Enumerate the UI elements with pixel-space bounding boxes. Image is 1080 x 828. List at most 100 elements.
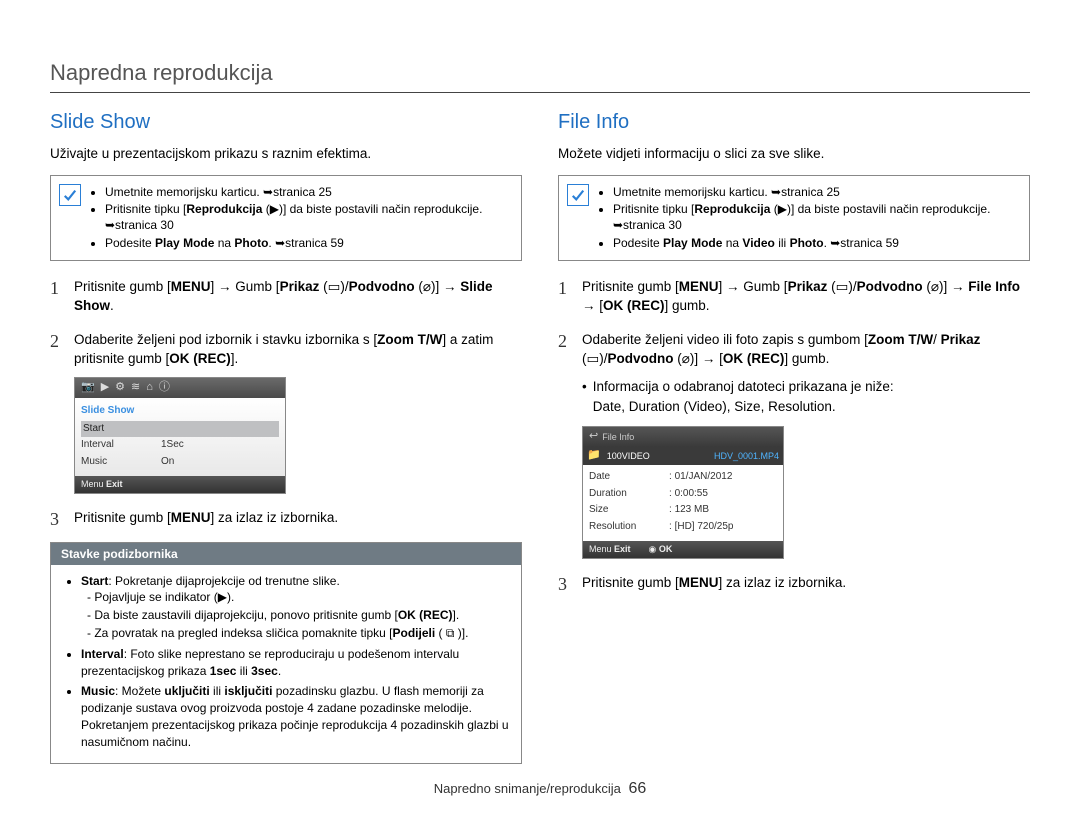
horizontal-rule <box>50 92 1030 93</box>
item-key: Start <box>81 574 108 588</box>
row-key: Size <box>589 503 659 518</box>
submenu-heading: Stavke podizbornika <box>51 543 521 565</box>
screenshot-row: Size : 123 MB <box>589 502 777 519</box>
submenu-item-start: Start: Pokretanje dijaprojekcije od tren… <box>81 573 509 642</box>
page-footer: Napredno snimanje/reprodukcija 66 <box>50 780 1030 798</box>
screenshot-title: Slide Show <box>81 402 279 421</box>
text: ] → Gumb [ <box>211 279 280 294</box>
two-column-layout: Slide Show Uživajte u prezentacijskom pr… <box>50 111 1030 764</box>
row-val: 1Sec <box>161 438 184 453</box>
exit-label: Menu Exit <box>81 478 123 491</box>
note-item: Pritisnite tipku [Reprodukcija (▶)] da b… <box>105 201 511 233</box>
footer-section: Napredno snimanje/reprodukcija <box>434 781 621 796</box>
screenshot-body: Slide Show Start Interval 1Sec Music On <box>75 398 285 476</box>
step-1: Pritisnite gumb [MENU] → Gumb [Prikaz (▭… <box>50 277 522 316</box>
screenshot-footer: Menu Exit ◉ OK <box>583 541 783 558</box>
page-number: 66 <box>629 780 647 797</box>
screenshot-footer: Menu Exit <box>75 476 285 493</box>
menu-label: MENU <box>679 279 719 294</box>
screenshot-row: Duration : 0:00:55 <box>589 486 777 503</box>
row-key: Interval <box>81 438 151 453</box>
row-key: Resolution <box>589 520 659 535</box>
folder-icon: 📁 <box>587 448 601 464</box>
menu-label: MENU <box>171 510 211 525</box>
text: Pritisnite gumb [ <box>74 279 171 294</box>
target-label: File Info <box>968 279 1020 294</box>
submenu-item-interval: Interval: Foto slike neprestano se repro… <box>81 646 509 680</box>
prikaz-label: Prikaz <box>280 279 320 294</box>
page-title: Napredna reprodukcija <box>50 60 1030 86</box>
text: (▭)/ <box>319 279 348 294</box>
screenshot-body: Date : 01/JAN/2012 Duration : 0:00:55 Size… <box>583 465 783 541</box>
row-key: Duration <box>589 487 659 502</box>
menu-label: MENU <box>679 575 719 590</box>
screenshot-header: ↩ File Info <box>583 427 783 447</box>
row-val: : 0:00:55 <box>669 487 708 502</box>
screenshot-row-highlight: Start <box>81 421 279 438</box>
note-list-left: Umetnite memorijsku karticu. ➥stranica 2… <box>89 184 511 252</box>
left-column: Slide Show Uživajte u prezentacijskom pr… <box>50 111 522 764</box>
row-val: : 01/JAN/2012 <box>669 470 732 485</box>
text: Pritisnite gumb [ <box>74 510 171 525</box>
row-key: Music <box>81 455 151 470</box>
submenu-item-music: Music: Možete uključiti ili isključiti p… <box>81 683 509 750</box>
text: ] za izlaz iz izbornika. <box>211 510 339 525</box>
step-2: Odaberite željeni pod izbornik i stavku … <box>50 330 522 494</box>
text: (▭)/ <box>582 351 608 366</box>
sub-line: Pojavljuje se indikator (▶). <box>87 589 509 606</box>
row-val: : 123 MB <box>669 503 709 518</box>
tool-icon: ⚙ <box>115 380 125 396</box>
ok-label: ◉ OK <box>649 543 673 556</box>
folder-row: 📁 100VIDEO HDV_0001.MP4 <box>583 447 783 465</box>
slide-show-heading: Slide Show <box>50 111 522 134</box>
row-val: On <box>161 455 174 470</box>
text: Date, Duration (Video), Size, Resolution… <box>593 399 836 414</box>
text: ] gumb. <box>784 351 829 366</box>
note-box-right: Umetnite memorijsku karticu. ➥stranica 2… <box>558 175 1030 261</box>
row-val: : [HD] 720/25p <box>669 520 734 535</box>
info-icon: ⓘ <box>159 380 170 396</box>
sub-line: Da biste zaustavili dijaprojekciju, pono… <box>87 607 509 624</box>
file-info-heading: File Info <box>558 111 1030 134</box>
text: . <box>110 298 114 313</box>
right-column: File Info Možete vidjeti informaciju o s… <box>558 111 1030 764</box>
note-item: Umetnite memorijsku karticu. ➥stranica 2… <box>613 184 1019 200</box>
text: ] gumb. <box>665 298 710 313</box>
return-icon: ↩ <box>589 429 598 445</box>
note-item: Pritisnite tipku [Reprodukcija (▶)] da b… <box>613 201 1019 233</box>
menu-label: MENU <box>171 279 211 294</box>
text: Pritisnite gumb [ <box>582 575 679 590</box>
step-2: Odaberite željeni video ili foto zapis s… <box>558 330 1030 559</box>
screenshot-row: Resolution : [HD] 720/25p <box>589 519 777 536</box>
slide-show-intro: Uživajte u prezentacijskom prikazu s raz… <box>50 146 522 161</box>
step-3: Pritisnite gumb [MENU] za izlaz iz izbor… <box>50 508 522 528</box>
steps-left: Pritisnite gumb [MENU] → Gumb [Prikaz (▭… <box>50 277 522 528</box>
note-list-right: Umetnite memorijsku karticu. ➥stranica 2… <box>597 184 1019 252</box>
step-3: Pritisnite gumb [MENU] za izlaz iz izbor… <box>558 573 1030 593</box>
slide-show-screenshot: 📷 ▶ ⚙ ≋ ⌂ ⓘ Slide Show Start Interval 1Se… <box>74 377 286 494</box>
screenshot-row: Music On <box>81 454 279 471</box>
item-key: Music <box>81 684 115 698</box>
podvodno-label: Podvodno <box>349 279 415 294</box>
file-info-intro: Možete vidjeti informaciju o slici za sv… <box>558 146 1030 161</box>
text: / <box>933 332 941 347</box>
ok-label: OK (REC) <box>603 298 665 313</box>
zoom-label: Zoom T/W <box>868 332 933 347</box>
note-item: Podesite Play Mode na Video ili Photo. ➥… <box>613 235 1019 251</box>
note-item: Umetnite memorijsku karticu. ➥stranica 2… <box>105 184 511 200</box>
check-icon <box>567 184 589 206</box>
prikaz-label: Prikaz <box>941 332 981 347</box>
ok-label: OK (REC) <box>723 351 785 366</box>
exit-label: Menu Exit <box>589 543 631 556</box>
row-key: Date <box>589 470 659 485</box>
check-icon <box>59 184 81 206</box>
info-bullet: • Informacija o odabranoj datoteci prika… <box>582 377 1030 416</box>
file-info-screenshot: ↩ File Info 📁 100VIDEO HDV_0001.MP4 Date… <box>582 426 784 559</box>
page-root: Napredna reprodukcija Slide Show Uživajt… <box>0 0 1080 828</box>
screenshot-topbar: 📷 ▶ ⚙ ≋ ⌂ ⓘ <box>75 378 285 398</box>
wave-icon: ≋ <box>131 380 140 396</box>
submenu-box: Stavke podizbornika Start: Pokretanje di… <box>50 542 522 764</box>
header-text: File Info <box>602 431 634 444</box>
steps-right: Pritisnite gumb [MENU] → Gumb [Prikaz (▭… <box>558 277 1030 593</box>
text: (⌀)] → [ <box>674 351 723 366</box>
